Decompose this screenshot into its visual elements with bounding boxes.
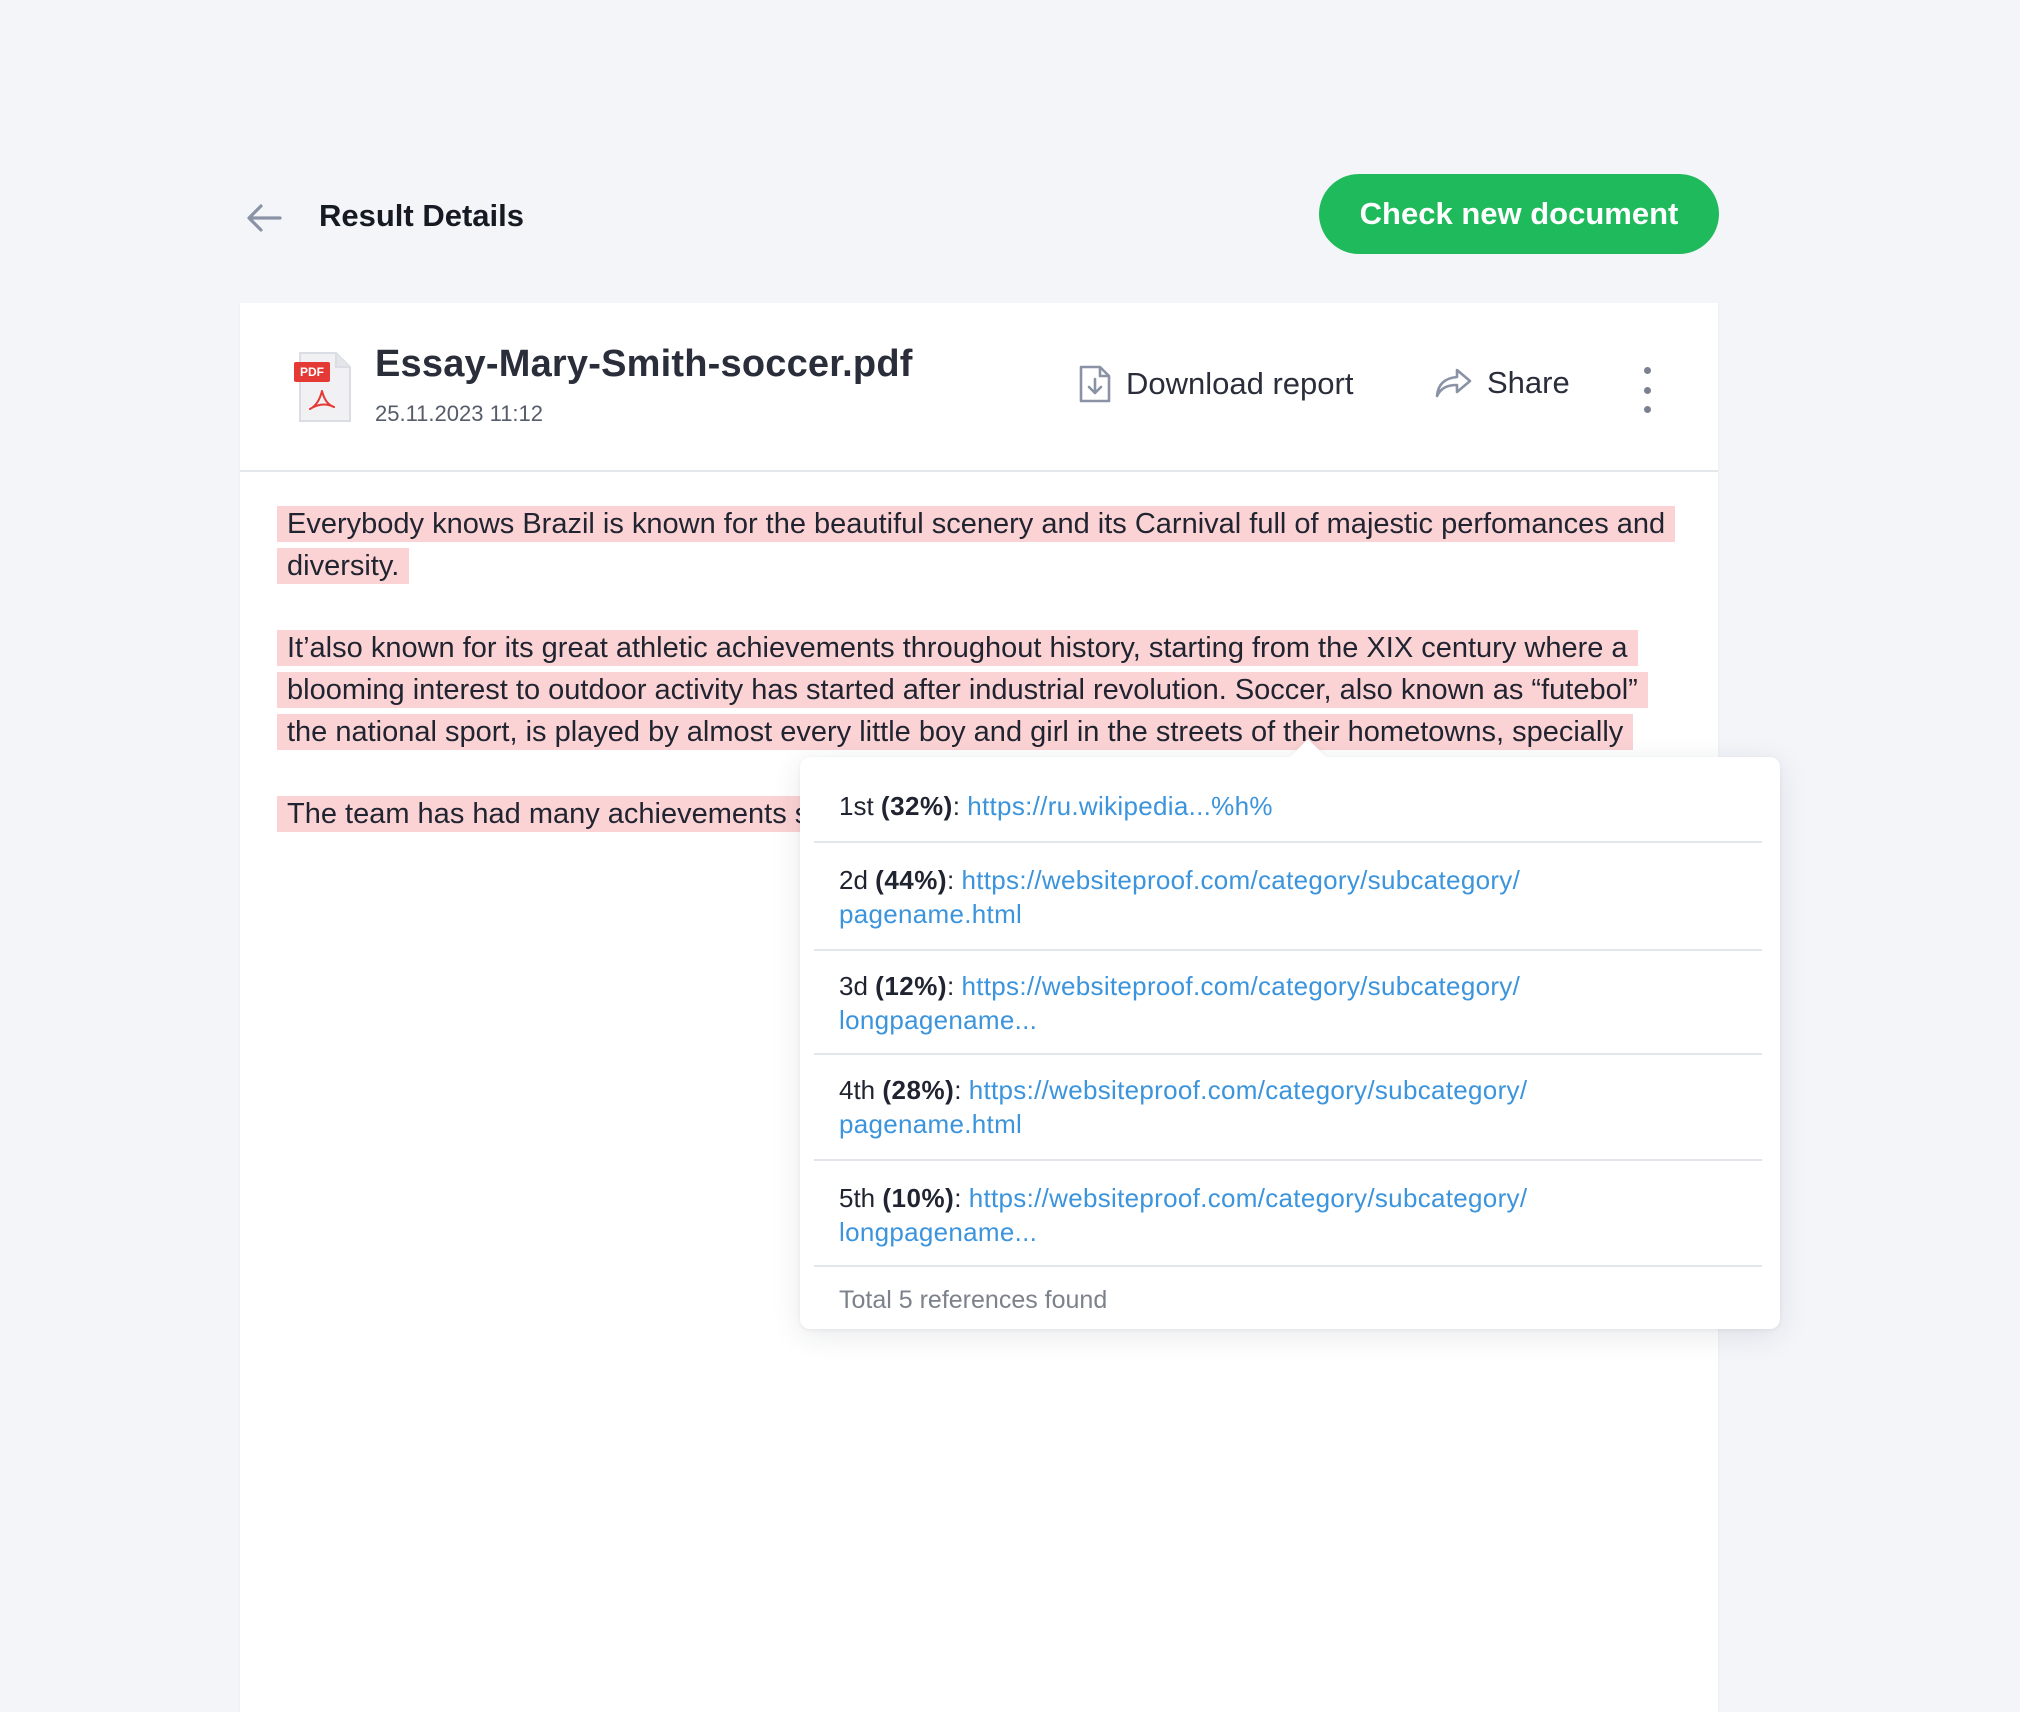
reference-rank: 5th: [839, 1183, 876, 1213]
reference-link-continued[interactable]: longpagename...: [839, 1005, 1037, 1035]
reference-item: 3d (12%): https://websiteproof.com/categ…: [814, 951, 1762, 1055]
reference-percent: (12%): [875, 971, 948, 1001]
reference-link[interactable]: https://websiteproof.com/category/subcat…: [961, 865, 1520, 895]
reference-link[interactable]: https://websiteproof.com/category/subcat…: [961, 971, 1520, 1001]
paragraph: Everybody knows Brazil is known for the …: [277, 503, 1677, 587]
reference-item: 4th (28%): https://websiteproof.com/cate…: [814, 1055, 1762, 1161]
pdf-badge-label: PDF: [300, 365, 324, 379]
more-dot-icon: [1643, 367, 1651, 374]
highlighted-text[interactable]: It’also known for its great athletic ach…: [277, 630, 1648, 750]
check-new-document-button[interactable]: Check new document: [1319, 174, 1719, 254]
reference-link[interactable]: https://ru.wikipedia...%h%: [967, 791, 1273, 821]
reference-percent: (32%): [880, 791, 953, 821]
references-popover: 1st (32%): https://ru.wikipedia...%h% 2d…: [800, 739, 1780, 1329]
download-report-label: Download report: [1126, 366, 1354, 401]
top-bar: Result Details Check new document: [0, 0, 2020, 300]
reference-item: 1st (32%): https://ru.wikipedia...%h%: [814, 765, 1762, 843]
download-report-button[interactable]: Download report: [1078, 365, 1353, 403]
reference-rank: 1st: [839, 791, 874, 821]
reference-percent: (44%): [875, 865, 948, 895]
reference-item: 2d (44%): https://websiteproof.com/categ…: [814, 843, 1762, 951]
file-name: Essay-Mary-Smith-soccer.pdf: [375, 343, 913, 385]
more-options-button[interactable]: [1634, 367, 1660, 413]
highlighted-text[interactable]: Everybody knows Brazil is known for the …: [277, 506, 1676, 584]
download-file-icon: [1079, 365, 1111, 403]
arrow-left-icon: [247, 204, 282, 232]
share-button[interactable]: Share: [1435, 365, 1570, 401]
page-title: Result Details: [319, 198, 525, 233]
share-arrow-icon: [1435, 368, 1472, 398]
share-label: Share: [1487, 365, 1570, 400]
document-header: PDF Essay-Mary-Smith-soccer.pdf 25.11.20…: [240, 303, 1718, 472]
reference-link[interactable]: https://websiteproof.com/category/subcat…: [969, 1183, 1528, 1213]
paragraph: It’also known for its great athletic ach…: [277, 627, 1677, 753]
reference-rank: 2d: [839, 865, 868, 895]
references-total: Total 5 references found: [839, 1286, 1108, 1314]
reference-percent: (10%): [882, 1183, 955, 1213]
reference-percent: (28%): [882, 1075, 955, 1105]
reference-link-continued[interactable]: longpagename...: [839, 1217, 1037, 1247]
back-button[interactable]: [240, 196, 288, 240]
reference-link-continued[interactable]: pagename.html: [839, 1109, 1022, 1139]
popover-arrow: [1290, 739, 1326, 757]
reference-item: 5th (10%): https://websiteproof.com/cate…: [814, 1161, 1762, 1267]
file-date: 25.11.2023 11:12: [375, 401, 544, 426]
reference-link-continued[interactable]: pagename.html: [839, 899, 1022, 929]
pdf-file-icon: PDF: [292, 351, 354, 425]
more-dot-icon: [1643, 406, 1651, 413]
reference-rank: 3d: [839, 971, 868, 1001]
more-dot-icon: [1643, 386, 1651, 394]
reference-rank: 4th: [839, 1075, 876, 1105]
reference-link[interactable]: https://websiteproof.com/category/subcat…: [969, 1075, 1528, 1105]
